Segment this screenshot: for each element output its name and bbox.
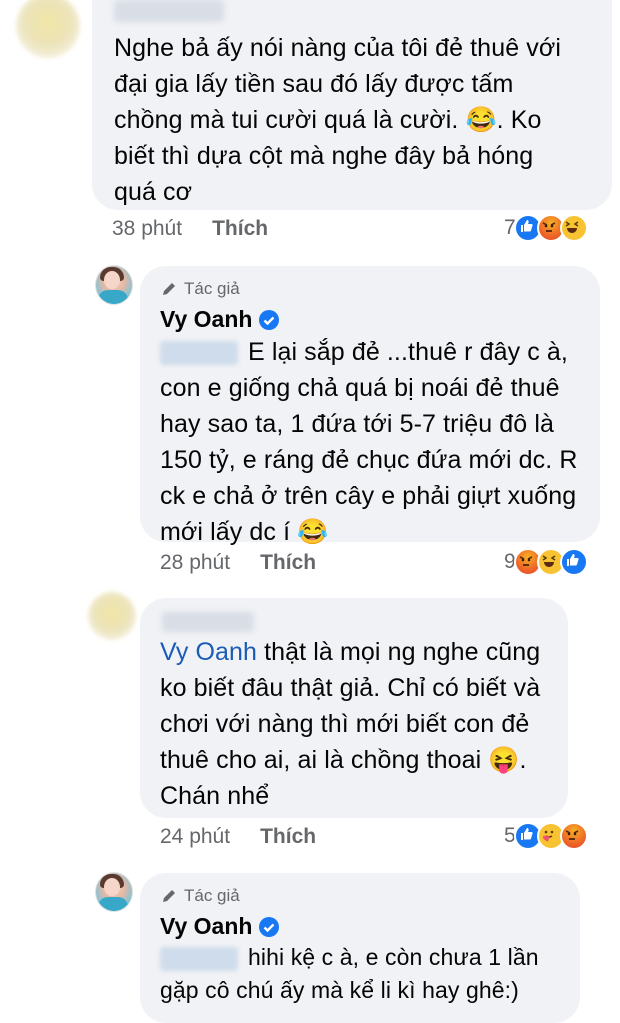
comment-bubble: Vy Oanh thật là mọi ng nghe cũng ko biết… xyxy=(140,598,568,818)
author-name[interactable]: Vy Oanh xyxy=(160,913,280,940)
mention-link[interactable]: Vy Oanh xyxy=(160,638,257,666)
author-tag: Tác giả xyxy=(160,279,240,299)
author-reply-bubble: Tác giả Vy Oanh hihi kệ c à, e còn chưa … xyxy=(140,873,580,1023)
comment-text: Vy Oanh thật là mọi ng nghe cũng ko biết… xyxy=(160,638,541,810)
comment-text: hihi kệ c à, e còn chưa 1 lần gặp cô chú… xyxy=(160,944,539,1003)
reaction-summary[interactable]: 9 xyxy=(504,548,588,576)
comment-meta: 28 phút Thích xyxy=(160,551,316,575)
mention-redacted xyxy=(160,341,238,366)
pencil-icon xyxy=(163,890,175,902)
like-button[interactable]: Thích xyxy=(212,217,268,241)
comment-time[interactable]: 28 phút xyxy=(160,551,230,575)
author-tag: Tác giả xyxy=(160,886,240,906)
comment-text: E lại sắp đẻ ...thuê r đây c à, con e gi… xyxy=(160,338,578,546)
angry-reaction-icon xyxy=(559,822,588,850)
author-reply-bubble: Tác giả Vy Oanh E lại sắp đẻ ...thuê r đ… xyxy=(140,266,600,546)
verified-badge-icon xyxy=(259,309,280,330)
commenter-name-redacted xyxy=(162,612,254,632)
comment-time[interactable]: 38 phút xyxy=(112,217,182,241)
commenter-avatar[interactable] xyxy=(16,0,80,58)
comment-meta: 24 phút Thích xyxy=(160,825,316,849)
comment-time[interactable]: 24 phút xyxy=(160,825,230,849)
like-button[interactable]: Thích xyxy=(260,551,316,575)
comment-text: Nghe bả ấy nói nàng của tôi đẻ thuê với … xyxy=(114,34,561,206)
like-button[interactable]: Thích xyxy=(260,825,316,849)
comment-meta: 38 phút Thích xyxy=(112,217,268,241)
mention-redacted xyxy=(160,946,238,971)
commenter-avatar[interactable] xyxy=(88,592,136,640)
author-name[interactable]: Vy Oanh xyxy=(160,306,280,333)
like-reaction-icon xyxy=(559,548,588,576)
author-avatar[interactable] xyxy=(95,872,133,912)
haha-reaction-icon xyxy=(559,214,588,242)
verified-badge-icon xyxy=(259,916,280,937)
comment-bubble: Nghe bả ấy nói nàng của tôi đẻ thuê với … xyxy=(92,0,612,210)
pencil-icon xyxy=(163,283,175,295)
author-avatar[interactable] xyxy=(95,265,133,305)
reaction-summary[interactable]: 5 xyxy=(504,822,588,850)
reaction-summary[interactable]: 7 xyxy=(504,214,588,242)
commenter-name-redacted xyxy=(114,0,224,22)
